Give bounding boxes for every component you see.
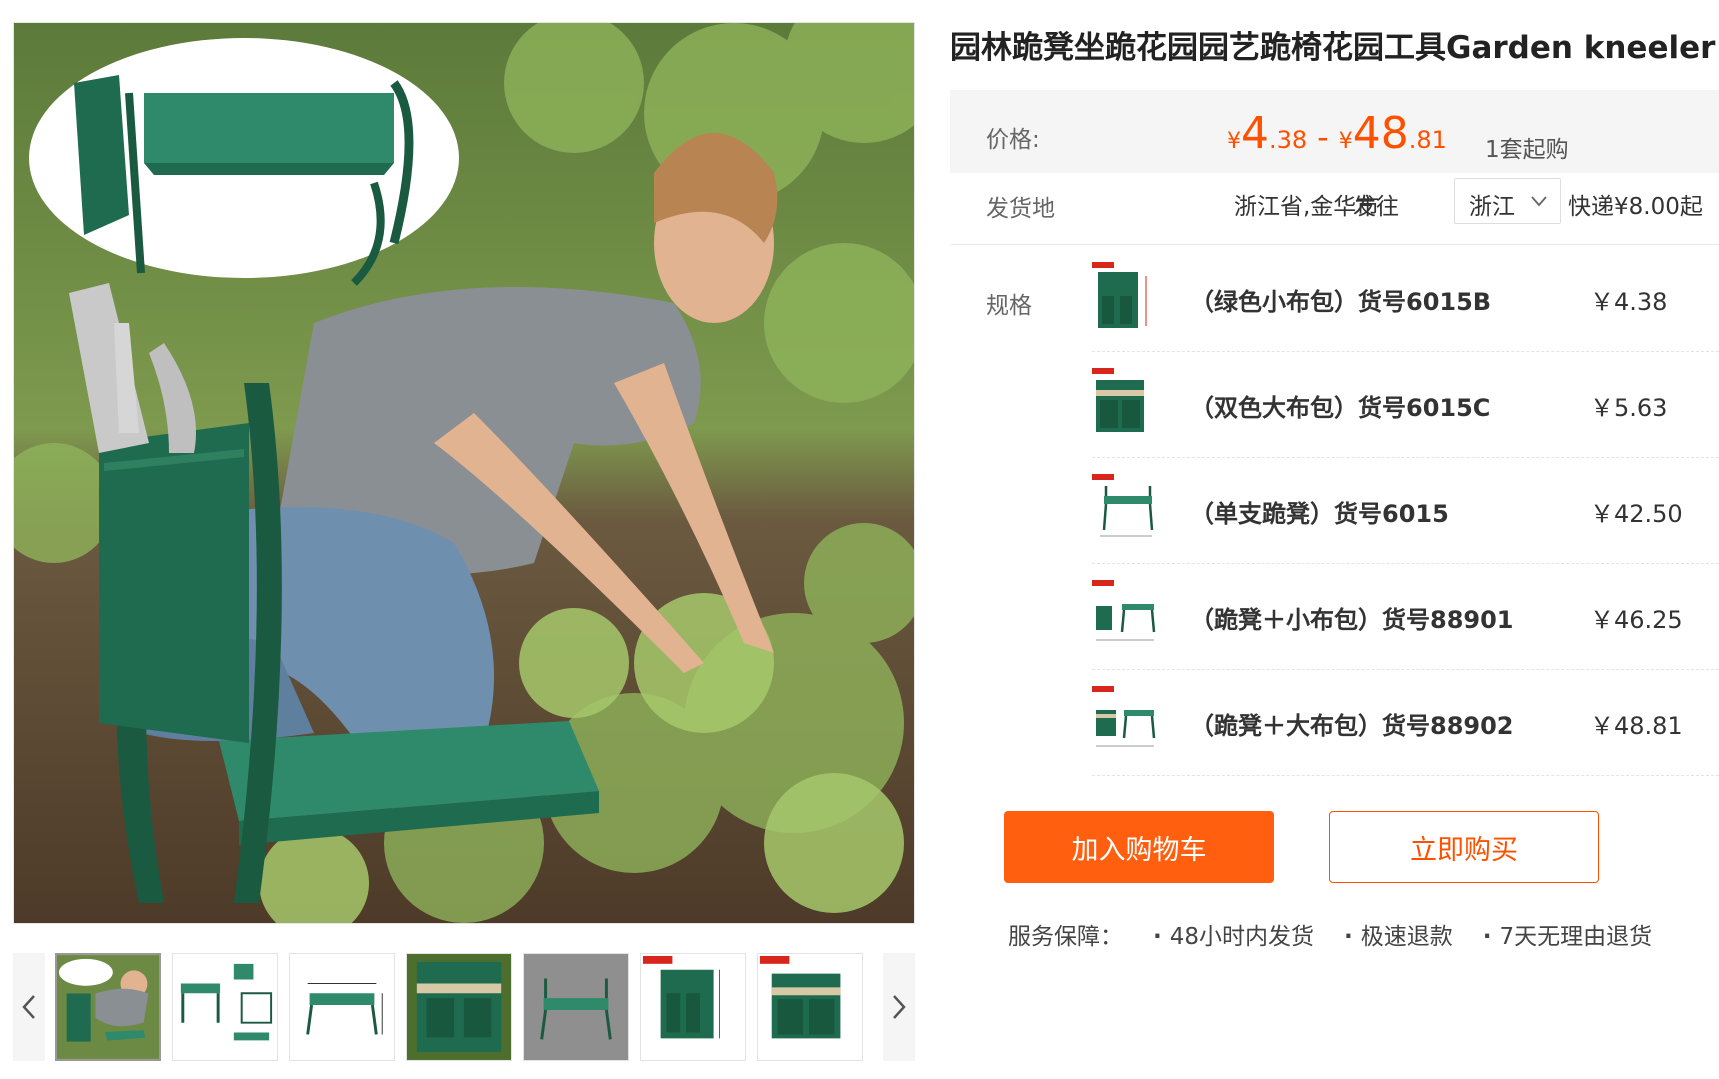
express-fee: 快递¥8.00起 bbox=[1568, 194, 1703, 220]
thumb-prev-button[interactable] bbox=[13, 953, 45, 1061]
price-min-int: 4 bbox=[1241, 108, 1269, 159]
spec-option-2[interactable]: （双色大布包）货号6015C ￥5.63 bbox=[1092, 352, 1719, 458]
spec-name: （绿色小布包）货号6015B bbox=[1190, 288, 1492, 316]
shipping-label: 发货地 bbox=[986, 196, 1055, 222]
price-range: ¥4.38- ¥48.81 bbox=[1227, 108, 1447, 159]
province-select[interactable]: 浙江 bbox=[1454, 178, 1561, 224]
spec-price: ￥48.81 bbox=[1590, 712, 1683, 740]
min-order: 1套起购 bbox=[1485, 137, 1569, 163]
spec-list: （绿色小布包）货号6015B ￥4.38 （双色大布包）货号6015C ￥5.6… bbox=[1092, 246, 1719, 776]
price-label: 价格: bbox=[986, 127, 1040, 153]
thumbnail-4[interactable] bbox=[406, 953, 512, 1061]
spec-price: ￥4.38 bbox=[1590, 288, 1668, 316]
chevron-down-icon bbox=[1531, 196, 1547, 207]
price-max-dec: .81 bbox=[1408, 126, 1447, 154]
spec-thumb bbox=[1092, 262, 1160, 334]
spec-name: （跪凳＋大布包）货号88902 bbox=[1190, 712, 1514, 740]
currency-symbol: ¥ bbox=[1227, 129, 1241, 154]
service-label: 服务保障： bbox=[1008, 924, 1123, 950]
add-to-cart-button[interactable]: 加入购物车 bbox=[1004, 811, 1274, 883]
spec-name: （单支跪凳）货号6015 bbox=[1190, 500, 1449, 528]
price-max-int: 48 bbox=[1352, 108, 1409, 159]
spec-option-5[interactable]: （跪凳＋大布包）货号88902 ￥48.81 bbox=[1092, 670, 1719, 776]
spec-price: ￥46.25 bbox=[1590, 606, 1683, 634]
service-guarantee: 服务保障： 48小时内发货 极速退款 7天无理由退货 bbox=[1008, 917, 1652, 951]
spec-thumb bbox=[1092, 474, 1160, 546]
spec-option-4[interactable]: （跪凳＋小布包）货号88901 ￥46.25 bbox=[1092, 564, 1719, 670]
currency-symbol: ¥ bbox=[1338, 129, 1353, 154]
thumbnail-1[interactable] bbox=[55, 953, 161, 1061]
spec-name: （双色大布包）货号6015C bbox=[1190, 394, 1491, 422]
province-value: 浙江 bbox=[1469, 194, 1515, 220]
spec-label: 规格 bbox=[986, 293, 1032, 319]
chevron-right-icon bbox=[893, 995, 906, 1019]
spec-thumb bbox=[1092, 580, 1160, 652]
service-item: 极速退款 bbox=[1344, 917, 1453, 951]
buy-now-button[interactable]: 立即购买 bbox=[1329, 811, 1599, 883]
shipping-section: 发货地 浙江省,金华市 发往 浙江 快递¥8.00起 bbox=[950, 173, 1719, 245]
spec-price: ￥5.63 bbox=[1590, 394, 1668, 422]
thumbnail-5[interactable] bbox=[523, 953, 629, 1061]
main-product-image[interactable] bbox=[13, 22, 915, 924]
thumbnail-3[interactable] bbox=[289, 953, 395, 1061]
price-dash: - bbox=[1317, 118, 1329, 156]
ship-to-label: 发往 bbox=[1353, 194, 1399, 220]
thumbnail-strip bbox=[13, 953, 915, 1061]
spec-price: ￥42.50 bbox=[1590, 500, 1683, 528]
thumbnail-list bbox=[55, 953, 863, 1061]
spec-thumb bbox=[1092, 686, 1160, 758]
product-title: 园林跪凳坐跪花园园艺跪椅花园工具Garden kneeler bbox=[950, 30, 1716, 66]
spec-thumb bbox=[1092, 368, 1160, 440]
thumb-next-button[interactable] bbox=[883, 953, 915, 1061]
price-section: 价格: ¥4.38- ¥48.81 1套起购 bbox=[950, 90, 1719, 173]
spec-option-3[interactable]: （单支跪凳）货号6015 ￥42.50 bbox=[1092, 458, 1719, 564]
thumbnail-7[interactable] bbox=[757, 953, 863, 1061]
chevron-left-icon bbox=[22, 995, 35, 1019]
service-item: 7天无理由退货 bbox=[1483, 917, 1653, 951]
price-min-dec: .38 bbox=[1269, 126, 1308, 154]
spec-option-1[interactable]: （绿色小布包）货号6015B ￥4.38 bbox=[1092, 246, 1719, 352]
thumbnail-6[interactable] bbox=[640, 953, 746, 1061]
thumbnail-2[interactable] bbox=[172, 953, 278, 1061]
service-item: 48小时内发货 bbox=[1153, 917, 1314, 951]
spec-name: （跪凳＋小布包）货号88901 bbox=[1190, 606, 1514, 634]
